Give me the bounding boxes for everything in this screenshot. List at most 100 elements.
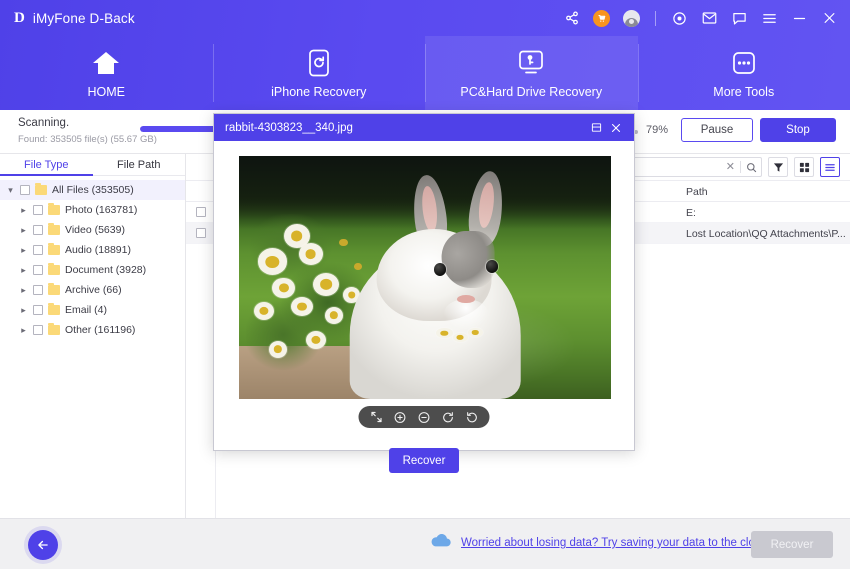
nav-tab-more-tools-label: More Tools	[713, 85, 774, 99]
image-preview	[239, 156, 611, 399]
filter-icon[interactable]	[768, 157, 788, 177]
pause-button[interactable]: Pause	[681, 118, 753, 142]
column-header-path[interactable]: Path	[686, 181, 708, 202]
chevron-right-icon[interactable]: ▸	[19, 305, 28, 316]
recover-button-disabled[interactable]: Recover	[751, 531, 833, 558]
tree-item-label: Archive (66)	[65, 284, 122, 296]
cloud-backup-link[interactable]: Worried about losing data? Try saving yo…	[461, 537, 768, 549]
row-checkbox-cell[interactable]	[186, 223, 215, 244]
chevron-right-icon[interactable]: ▸	[19, 325, 28, 336]
tree-item-archive[interactable]: ▸ Archive (66)	[0, 280, 185, 300]
folder-icon	[48, 205, 60, 215]
tree-item-label: Email (4)	[65, 304, 107, 316]
avatar	[623, 10, 640, 27]
account-icon[interactable]	[623, 10, 640, 27]
rabbit-mouth-flowers	[436, 326, 484, 348]
record-icon[interactable]	[671, 10, 688, 27]
chevron-right-icon[interactable]: ▸	[19, 245, 28, 256]
application-window: D iMyFone D-Back	[0, 0, 850, 569]
row-checkbox[interactable]	[196, 207, 206, 217]
tree-checkbox[interactable]	[33, 325, 43, 335]
chevron-right-icon[interactable]: ▸	[19, 205, 28, 216]
phone-refresh-icon	[308, 48, 330, 78]
chevron-right-icon[interactable]: ▸	[19, 285, 28, 296]
nav-tab-more-tools[interactable]: More Tools	[638, 36, 850, 110]
share-icon[interactable]	[563, 10, 580, 27]
chevron-right-icon[interactable]: ▸	[19, 225, 28, 236]
folder-icon	[48, 305, 60, 315]
close-icon[interactable]	[606, 118, 626, 138]
tree-checkbox[interactable]	[33, 205, 43, 215]
tree-item-other[interactable]: ▸ Other (161196)	[0, 320, 185, 340]
fullscreen-icon[interactable]	[370, 411, 383, 424]
folder-icon	[48, 325, 60, 335]
dialog-title-bar: rabbit-4303823__340.jpg	[214, 114, 634, 141]
nav-tab-home-label: HOME	[88, 85, 126, 99]
image-preview-dialog: rabbit-4303823__340.jpg	[213, 113, 635, 451]
chevron-down-icon[interactable]: ▾	[6, 185, 15, 196]
mail-icon[interactable]	[701, 10, 718, 27]
photo-background	[239, 156, 611, 399]
app-logo: D	[14, 11, 25, 26]
nav-tab-pc-hard-drive-recovery-label: PC&Hard Drive Recovery	[460, 85, 602, 99]
sidebar-tab-file-path[interactable]: File Path	[93, 154, 186, 175]
nav-tab-pc-hard-drive-recovery[interactable]: PC&Hard Drive Recovery	[425, 36, 638, 110]
tree-item-photo[interactable]: ▸ Photo (163781)	[0, 200, 185, 220]
clear-search-icon[interactable]: ✕	[726, 162, 735, 173]
menu-icon[interactable]	[761, 10, 778, 27]
tree-item-label: Audio (18891)	[65, 244, 131, 256]
grid-view-icon[interactable]	[794, 157, 814, 177]
maximize-icon[interactable]	[586, 118, 606, 138]
cart-badge	[593, 10, 610, 27]
title-bar: D iMyFone D-Back	[0, 0, 850, 36]
title-bar-icons	[563, 0, 838, 36]
rotate-right-icon[interactable]	[466, 411, 479, 424]
app-header: D iMyFone D-Back	[0, 0, 850, 110]
tree-item-video[interactable]: ▸ Video (5639)	[0, 220, 185, 240]
folder-icon	[48, 225, 60, 235]
row-checkbox[interactable]	[196, 228, 206, 238]
list-view-icon[interactable]	[820, 157, 840, 177]
rabbit-eye-left	[434, 263, 446, 276]
tree-checkbox[interactable]	[33, 225, 43, 235]
sidebar: File Type File Path ▾ All Files (353505)…	[0, 154, 186, 518]
tree-checkbox[interactable]	[33, 285, 43, 295]
sidebar-tab-file-type[interactable]: File Type	[0, 154, 93, 175]
scan-percent-label: 79%	[646, 124, 668, 136]
zoom-in-icon[interactable]	[394, 411, 407, 424]
search-icon[interactable]	[746, 162, 757, 173]
tree-item-document[interactable]: ▸ Document (3928)	[0, 260, 185, 280]
tree-item-audio[interactable]: ▸ Audio (18891)	[0, 240, 185, 260]
toolbar-divider	[655, 11, 656, 26]
nav-tab-iphone-recovery-label: iPhone Recovery	[271, 85, 366, 99]
chevron-right-icon[interactable]: ▸	[19, 265, 28, 276]
tree-checkbox[interactable]	[33, 245, 43, 255]
nav-tab-home[interactable]: HOME	[0, 36, 213, 110]
minimize-icon[interactable]	[791, 10, 808, 27]
cloud-icon	[430, 533, 452, 553]
main-navigation: HOME iPhone Recovery	[0, 36, 850, 110]
row-checkbox-cell[interactable]	[186, 202, 215, 223]
tree-item-email[interactable]: ▸ Email (4)	[0, 300, 185, 320]
stop-button[interactable]: Stop	[760, 118, 836, 142]
home-icon	[92, 48, 120, 78]
found-files-label: Found: 353505 file(s) (55.67 GB)	[18, 134, 157, 145]
tree-item-all-files[interactable]: ▾ All Files (353505)	[0, 180, 185, 200]
nav-tab-iphone-recovery[interactable]: iPhone Recovery	[213, 36, 426, 110]
close-icon[interactable]	[821, 10, 838, 27]
file-type-tree: ▾ All Files (353505) ▸ Photo (163781) ▸ …	[0, 176, 185, 340]
tree-checkbox[interactable]	[20, 185, 30, 195]
zoom-out-icon[interactable]	[418, 411, 431, 424]
chat-icon[interactable]	[731, 10, 748, 27]
cart-icon[interactable]	[593, 10, 610, 27]
back-button[interactable]	[28, 530, 58, 560]
sidebar-tab-indicator	[0, 174, 93, 176]
sidebar-tabs: File Type File Path	[0, 154, 185, 176]
checkbox-column-header	[186, 181, 215, 202]
more-dots-icon	[731, 48, 757, 78]
dialog-recover-button[interactable]: Recover	[389, 448, 459, 473]
tree-checkbox[interactable]	[33, 305, 43, 315]
bottom-bar: Worried about losing data? Try saving yo…	[0, 518, 850, 569]
tree-checkbox[interactable]	[33, 265, 43, 275]
rotate-left-icon[interactable]	[442, 411, 455, 424]
